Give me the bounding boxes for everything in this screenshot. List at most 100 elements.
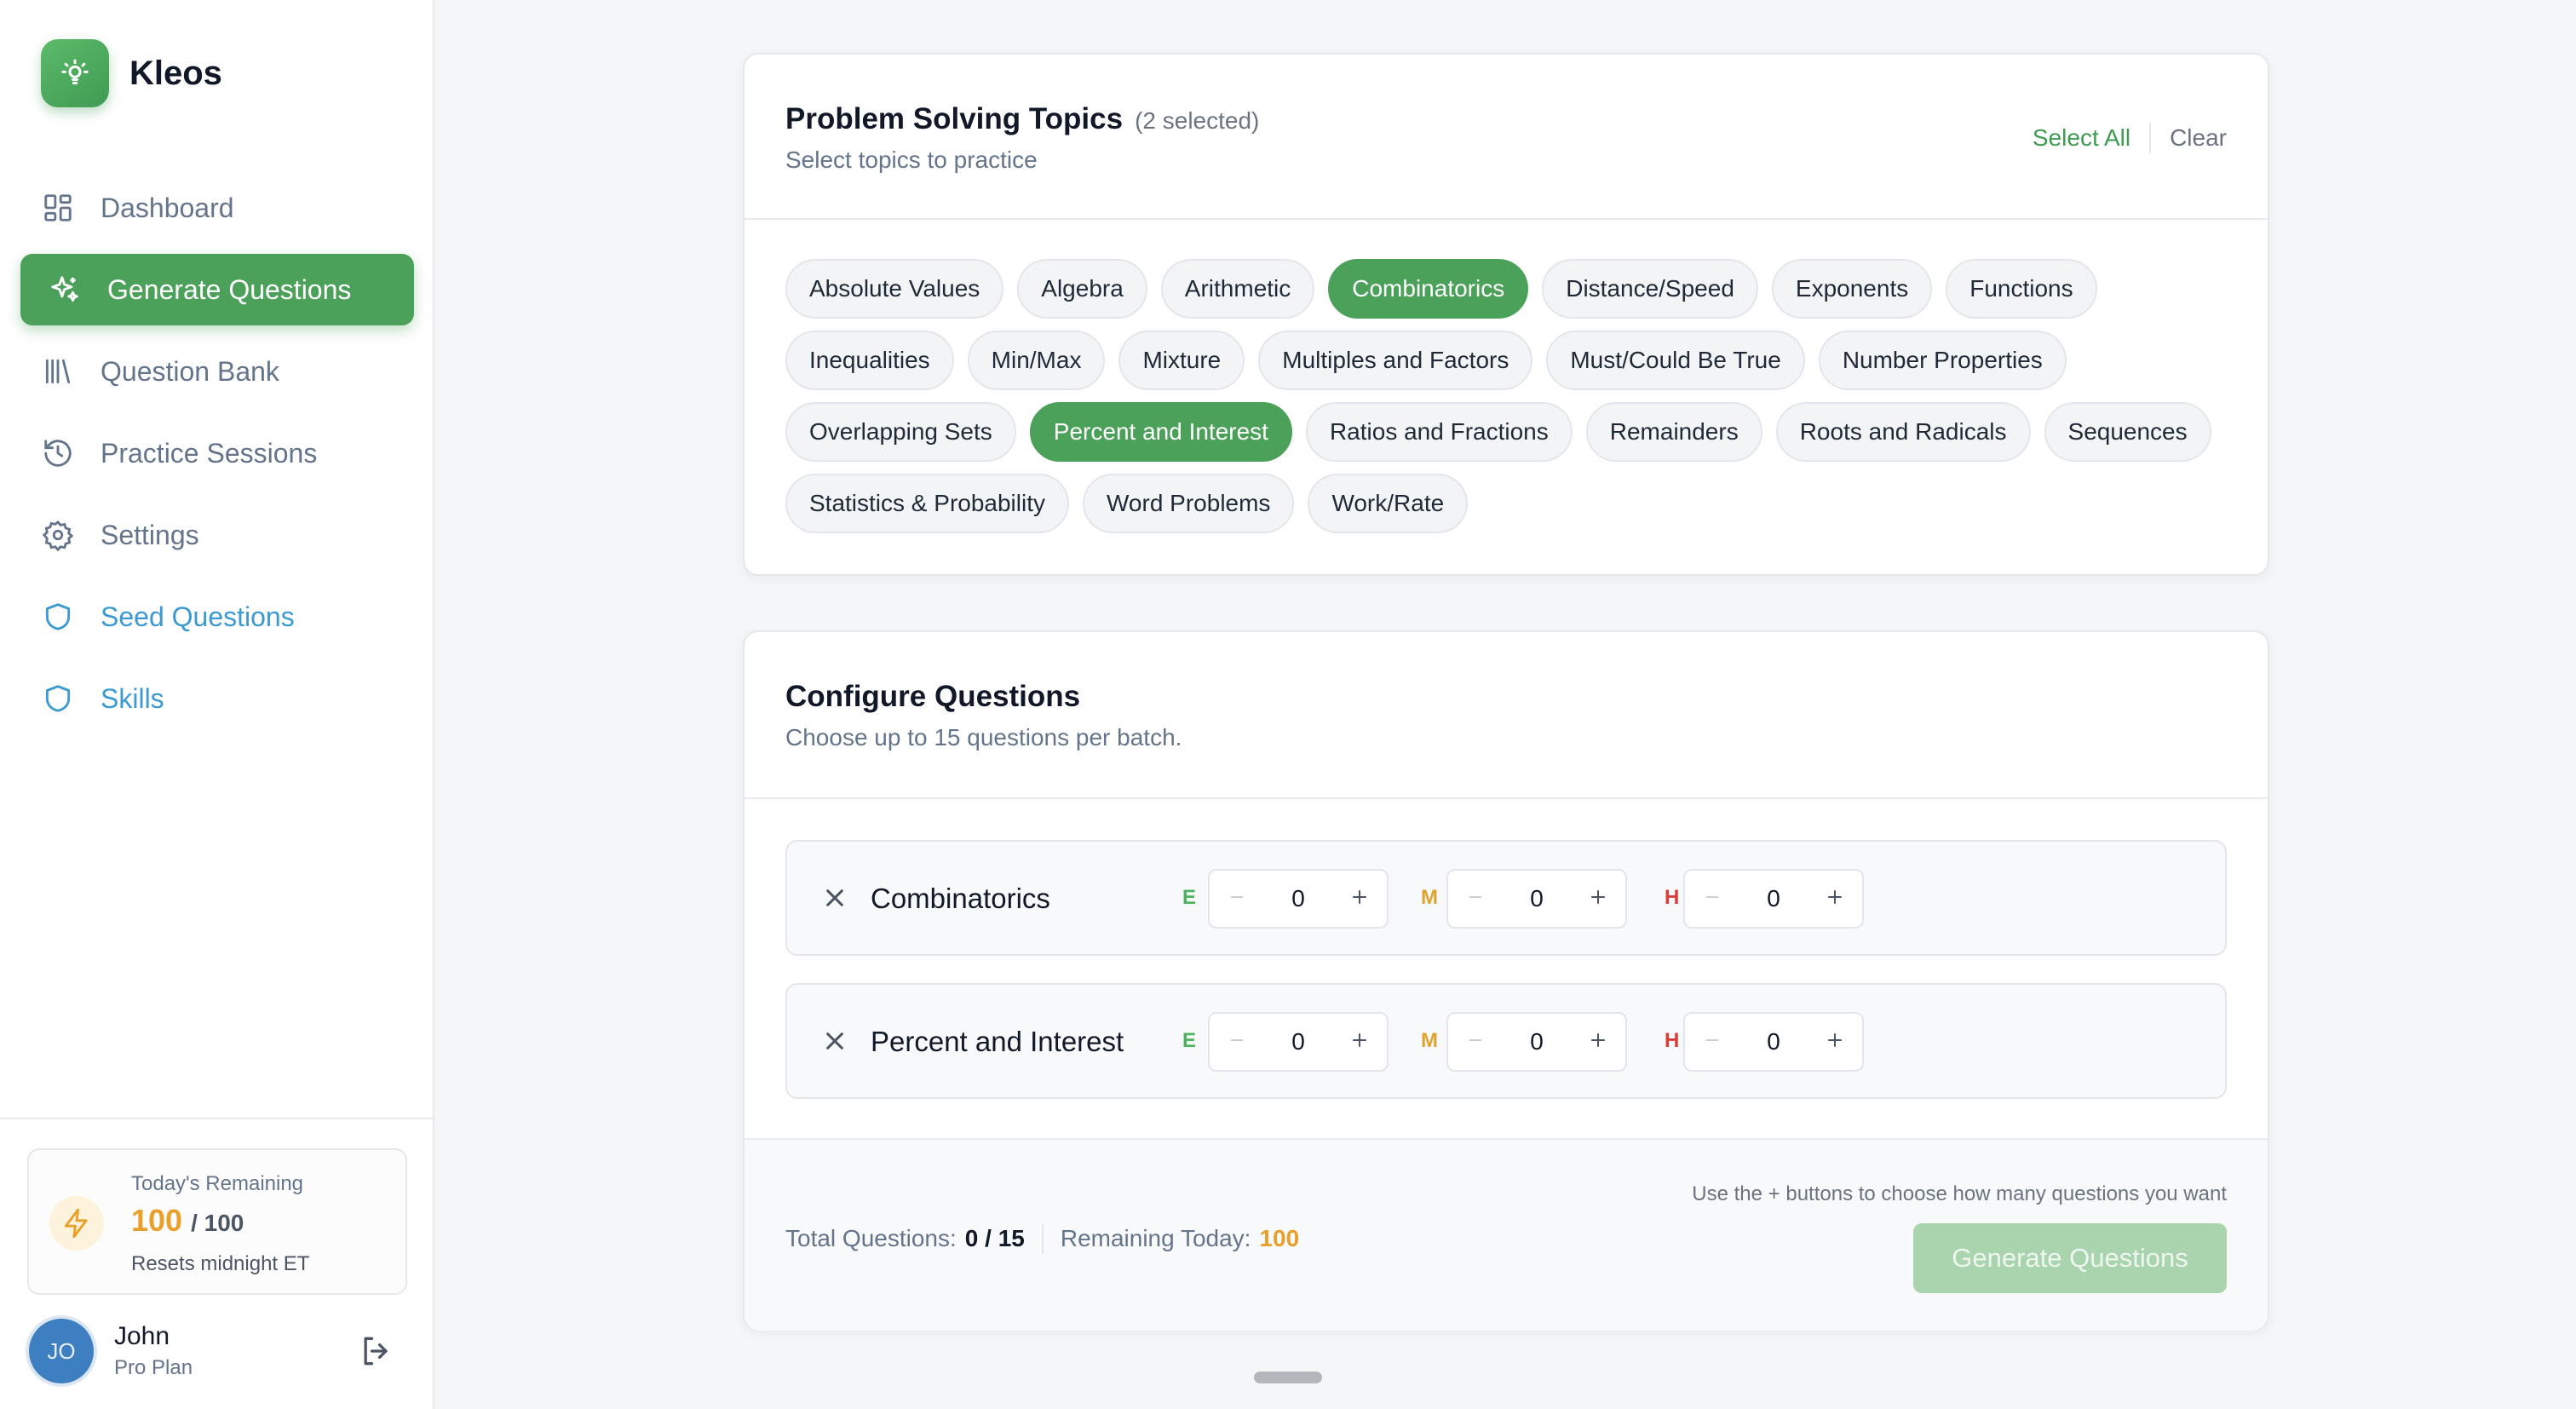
topic-chip[interactable]: Exponents [1771,259,1933,319]
scroll-handle[interactable] [1254,1372,1322,1383]
minus-icon [1228,888,1246,911]
plus-icon [1588,887,1608,912]
minus-icon [1466,888,1485,911]
sidebar-item-label: Generate Questions [107,273,352,305]
remove-topic-icon[interactable] [818,881,852,915]
increment-button[interactable] [1808,1014,1862,1070]
avatar: JO [29,1319,94,1383]
decrement-button[interactable] [1448,1014,1503,1070]
topic-config-row: Percent and Interest E 0 M 0 H 0 [785,983,2227,1099]
logout-icon[interactable] [358,1332,395,1370]
sidebar-item-question-bank[interactable]: Question Bank [20,336,414,407]
topic-chip[interactable]: Multiples and Factors [1258,331,1533,390]
library-icon [41,354,75,388]
topic-name: Combinatorics [871,883,1050,914]
topic-chip[interactable]: Number Properties [1818,331,2067,390]
difficulty-medium-label: M [1421,1029,1438,1052]
configure-title: Configure Questions [785,680,1081,713]
topic-chip[interactable]: Percent and Interest [1029,402,1292,462]
topics-title: Problem Solving Topics (2 selected) [785,102,1259,136]
topic-chip[interactable]: Roots and Radicals [1775,402,2031,462]
select-all-button[interactable]: Select All [2033,124,2130,152]
sidebar-item-label: Practice Sessions [101,437,318,469]
quota-total: / 100 [191,1210,244,1236]
topic-chip[interactable]: Distance/Speed [1542,259,1758,319]
topic-chip[interactable]: Absolute Values [785,259,1004,319]
easy-count-value[interactable]: 0 [1264,1028,1332,1055]
plus-icon [1825,887,1845,912]
easy-count-stepper: 0 [1208,1012,1389,1072]
decrement-button[interactable] [1210,871,1264,927]
difficulty-easy-label: E [1182,886,1197,909]
increment-button[interactable] [1332,1014,1387,1070]
topic-chip[interactable]: Word Problems [1083,474,1295,533]
remaining-value: 100 [1259,1225,1300,1251]
topic-chip[interactable]: Statistics & Probability [785,474,1069,533]
selected-count: (2 selected) [1135,107,1260,134]
easy-count-value[interactable]: 0 [1264,885,1332,912]
user-profile[interactable]: JO John Pro Plan [29,1319,193,1383]
hard-count-value[interactable]: 0 [1739,1028,1808,1055]
topic-chip[interactable]: Must/Could Be True [1546,331,1805,390]
decrement-button[interactable] [1448,871,1503,927]
topics-header: Problem Solving Topics (2 selected) Selec… [745,55,2268,220]
gear-icon [41,518,75,552]
increment-button[interactable] [1571,1014,1625,1070]
topic-config-row: Combinatorics E 0 M 0 H 0 [785,840,2227,956]
clear-button[interactable]: Clear [2170,124,2227,152]
sidebar-item-generate-questions[interactable]: Generate Questions [20,254,414,325]
sidebar-item-seed-questions[interactable]: Seed Questions [20,581,414,653]
divider [1041,1223,1044,1254]
topic-name: Percent and Interest [871,1026,1124,1057]
sidebar-item-label: Settings [101,519,199,550]
brand[interactable]: Kleos [41,39,222,107]
user-plan: Pro Plan [114,1356,193,1379]
medium-count-value[interactable]: 0 [1503,885,1571,912]
quota-reset-note: Resets midnight ET [131,1252,310,1275]
remaining-label: Remaining Today: [1060,1225,1251,1251]
topic-chip[interactable]: Arithmetic [1160,259,1315,319]
remove-topic-icon[interactable] [818,1024,852,1058]
hard-count-stepper: 0 [1683,1012,1864,1072]
topic-chip[interactable]: Functions [1946,259,2097,319]
decrement-button[interactable] [1210,1014,1264,1070]
increment-button[interactable] [1571,871,1625,927]
topic-chip[interactable]: Overlapping Sets [785,402,1016,462]
topic-chip[interactable]: Ratios and Fractions [1305,402,1573,462]
topics-subtitle: Select topics to practice [785,147,1038,173]
decrement-button[interactable] [1685,1014,1739,1070]
sidebar-item-dashboard[interactable]: Dashboard [20,172,414,244]
increment-button[interactable] [1332,871,1387,927]
hard-count-stepper: 0 [1683,869,1864,929]
user-name: John [114,1322,170,1350]
quota-remaining: 100 [131,1203,183,1238]
topic-chip[interactable]: Min/Max [967,331,1106,390]
quota-count: 100 / 100 [131,1203,244,1239]
topics-title-text: Problem Solving Topics [785,102,1124,135]
sidebar-footer: Today's Remaining 100 / 100 Resets midni… [0,1118,433,1409]
sidebar-item-practice-sessions[interactable]: Practice Sessions [20,417,414,489]
decrement-button[interactable] [1685,871,1739,927]
sidebar-item-label: Skills [101,682,164,714]
minus-icon [1228,1031,1246,1054]
sidebar-item-settings[interactable]: Settings [20,499,414,571]
topic-chip[interactable]: Mixture [1118,331,1245,390]
topic-chip[interactable]: Work/Rate [1308,474,1469,533]
topic-chip[interactable]: Algebra [1017,259,1147,319]
hard-count-value[interactable]: 0 [1739,885,1808,912]
topic-chip[interactable]: Combinatorics [1328,259,1529,319]
minus-icon [1703,888,1722,911]
sidebar-item-skills[interactable]: Skills [20,663,414,734]
total-value: 0 / 15 [964,1225,1025,1251]
medium-count-value[interactable]: 0 [1503,1028,1571,1055]
topic-chip[interactable]: Sequences [2044,402,2211,462]
difficulty-medium-label: M [1421,886,1438,909]
topic-chip[interactable]: Remainders [1585,402,1762,462]
plus-icon [1588,1030,1608,1055]
generate-questions-button[interactable]: Generate Questions [1913,1223,2227,1293]
topic-chip[interactable]: Inequalities [785,331,954,390]
medium-count-stepper: 0 [1446,869,1627,929]
increment-button[interactable] [1808,871,1862,927]
configure-card: Configure Questions Choose up to 15 ques… [743,630,2269,1331]
total-label: Total Questions: [785,1225,957,1251]
